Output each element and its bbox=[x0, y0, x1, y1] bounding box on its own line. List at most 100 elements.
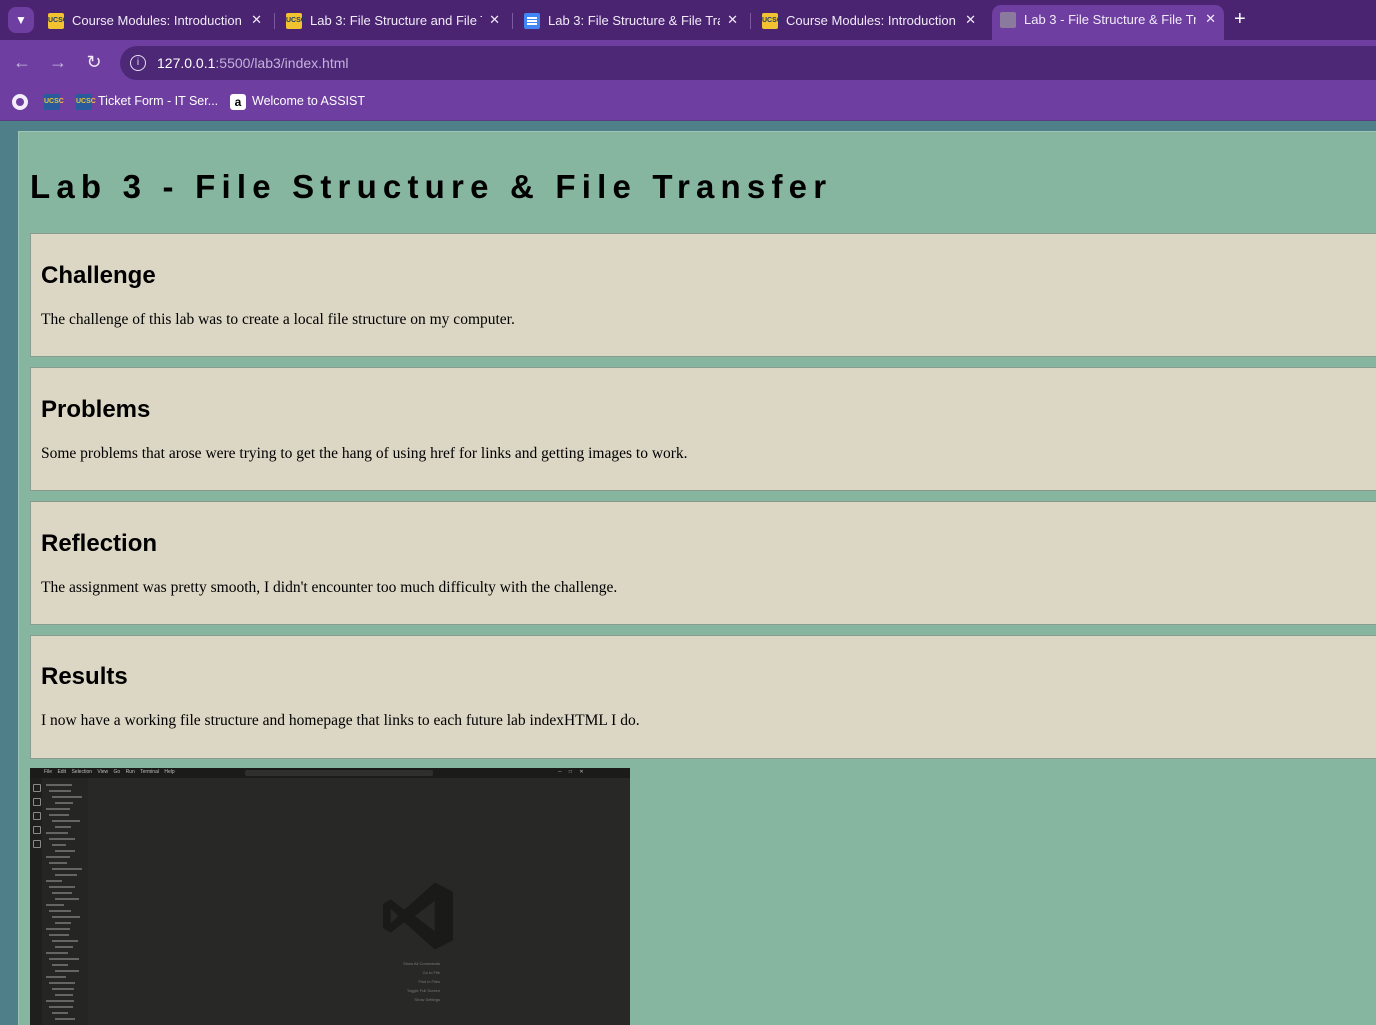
close-icon[interactable]: ✕ bbox=[965, 12, 976, 28]
explorer-tree-item bbox=[52, 892, 72, 894]
explorer-tree-item bbox=[46, 976, 66, 978]
tab-title: Course Modules: Introduction to bbox=[72, 13, 244, 28]
close-icon[interactable]: ✕ bbox=[1205, 11, 1216, 27]
bookmark-ucsc[interactable]: UCSC bbox=[44, 92, 64, 112]
screenshot-window-controls: ─ □ ✕ bbox=[558, 769, 584, 775]
explorer-tree-item bbox=[52, 820, 80, 822]
explorer-tree-item bbox=[46, 784, 72, 786]
section-challenge: Challenge The challenge of this lab was … bbox=[30, 233, 1376, 357]
explorer-tree-item bbox=[49, 862, 67, 864]
bookmark-ticket-form[interactable]: UCSC Ticket Form - IT Ser... bbox=[76, 92, 219, 112]
section-title: Results bbox=[41, 663, 128, 690]
tab-divider bbox=[750, 13, 751, 29]
tab-divider bbox=[512, 13, 513, 29]
explorer-tree-item bbox=[55, 994, 73, 996]
bookmark-assist[interactable]: a Welcome to ASSIST bbox=[230, 92, 370, 112]
section-title: Reflection bbox=[41, 530, 158, 557]
section-results: Results I now have a working file struct… bbox=[30, 635, 1376, 759]
explorer-tree-item bbox=[55, 874, 77, 876]
section-problems: Problems Some problems that arose were t… bbox=[30, 367, 1376, 491]
explorer-tree-item bbox=[49, 910, 71, 912]
explorer-tree-item bbox=[49, 958, 79, 960]
page-title: Lab 3 - File Structure & File Transfer bbox=[30, 168, 833, 205]
bookmark-globe[interactable] bbox=[12, 92, 30, 112]
globe-icon bbox=[1000, 12, 1016, 28]
back-arrow-icon[interactable]: ← bbox=[10, 50, 34, 74]
shortcut-hint: Show All Commands bbox=[403, 961, 440, 966]
close-icon[interactable]: ✕ bbox=[489, 12, 500, 28]
tab-lab3-canvas[interactable]: UCSC Lab 3: File Structure and File Tra … bbox=[278, 6, 508, 36]
vscode-logo-icon bbox=[383, 882, 453, 950]
bookmark-label: Ticket Form - IT Ser... bbox=[98, 94, 219, 108]
page-viewport[interactable]: Lab 3 - File Structure & File Transfer C… bbox=[0, 121, 1376, 1025]
tab-divider bbox=[274, 13, 275, 29]
globe-icon bbox=[12, 94, 28, 110]
forward-arrow-icon[interactable]: → bbox=[46, 50, 70, 74]
explorer-tree-item bbox=[49, 838, 75, 840]
assist-icon: a bbox=[230, 94, 246, 110]
explorer-tree-item bbox=[55, 898, 79, 900]
ucsc-icon: UCSC bbox=[286, 13, 306, 29]
section-title: Challenge bbox=[41, 262, 156, 289]
browser-toolbar: ← → ↻ i 127.0.0.1:5500/lab3/index.html bbox=[0, 40, 1376, 84]
explorer-tree-item bbox=[55, 1018, 75, 1020]
explorer-tree-item bbox=[46, 856, 70, 858]
explorer-tree-item bbox=[46, 904, 64, 906]
url-text[interactable]: 127.0.0.1:5500/lab3/index.html bbox=[157, 55, 348, 71]
tab-lab3-local[interactable]: Lab 3 - File Structure & File Tran ✕ bbox=[992, 5, 1224, 40]
run-icon bbox=[33, 826, 41, 834]
bookmark-label: Welcome to ASSIST bbox=[252, 94, 366, 108]
explorer-tree-item bbox=[52, 916, 80, 918]
reload-icon[interactable]: ↻ bbox=[82, 50, 106, 74]
explorer-tree-item bbox=[55, 922, 71, 924]
files-icon bbox=[33, 784, 41, 792]
google-docs-icon bbox=[524, 13, 540, 29]
source-control-icon bbox=[33, 812, 41, 820]
explorer-tree-item bbox=[55, 946, 73, 948]
site-info-icon[interactable]: i bbox=[130, 55, 146, 71]
explorer-tree-item bbox=[55, 826, 71, 828]
explorer-tree-item bbox=[49, 934, 69, 936]
explorer-tree-item bbox=[52, 940, 78, 942]
section-text: I now have a working file structure and … bbox=[41, 712, 640, 729]
section-text: Some problems that arose were trying to … bbox=[41, 445, 688, 462]
tab-strip: ▼ UCSC Course Modules: Introduction to ✕… bbox=[0, 0, 1376, 40]
tab-title: Lab 3 - File Structure & File Tran bbox=[1024, 12, 1196, 27]
explorer-tree-item bbox=[49, 886, 75, 888]
screenshot-command-center bbox=[245, 770, 433, 776]
tab-search-button[interactable]: ▼ bbox=[8, 7, 34, 33]
explorer-tree-item bbox=[55, 970, 79, 972]
explorer-tree-item bbox=[52, 844, 66, 846]
section-reflection: Reflection The assignment was pretty smo… bbox=[30, 501, 1376, 625]
explorer-tree-item bbox=[49, 1006, 73, 1008]
address-bar[interactable]: i 127.0.0.1:5500/lab3/index.html bbox=[120, 46, 1376, 80]
explorer-tree-item bbox=[49, 814, 69, 816]
explorer-tree-item bbox=[52, 1012, 68, 1014]
url-path: :5500/lab3/index.html bbox=[215, 55, 349, 71]
page-body: Lab 3 - File Structure & File Transfer C… bbox=[18, 131, 1376, 1025]
tab-title: Lab 3: File Structure and File Tra bbox=[310, 13, 482, 28]
close-icon[interactable]: ✕ bbox=[251, 12, 262, 28]
explorer-tree-item bbox=[55, 850, 75, 852]
tab-title: Course Modules: Introduction to bbox=[786, 13, 958, 28]
tab-course-modules-2[interactable]: UCSC Course Modules: Introduction to ✕ bbox=[754, 6, 984, 36]
section-title: Problems bbox=[41, 396, 151, 423]
ucsc-icon: UCSC bbox=[762, 13, 782, 29]
explorer-tree-item bbox=[46, 928, 70, 930]
new-tab-button[interactable]: + bbox=[1234, 8, 1246, 31]
vscode-screenshot-image: File Edit Selection View Go Run Terminal… bbox=[30, 768, 630, 1025]
screenshot-titlebar: File Edit Selection View Go Run Terminal… bbox=[30, 768, 630, 778]
explorer-tree-item bbox=[46, 808, 70, 810]
shortcut-hint: Find in Files bbox=[418, 979, 440, 984]
explorer-tree-item bbox=[52, 964, 68, 966]
explorer-tree-item bbox=[49, 790, 71, 792]
extensions-icon bbox=[33, 840, 41, 848]
explorer-tree-item bbox=[52, 796, 82, 798]
tab-course-modules-1[interactable]: UCSC Course Modules: Introduction to ✕ bbox=[40, 6, 270, 36]
explorer-tree-item bbox=[46, 1000, 74, 1002]
close-icon[interactable]: ✕ bbox=[727, 12, 738, 28]
section-text: The assignment was pretty smooth, I didn… bbox=[41, 579, 618, 596]
tab-lab3-doc[interactable]: Lab 3: File Structure & File Trans ✕ bbox=[516, 6, 746, 36]
section-text: The challenge of this lab was to create … bbox=[41, 311, 515, 328]
shortcut-hint: Show Settings bbox=[414, 997, 440, 1002]
